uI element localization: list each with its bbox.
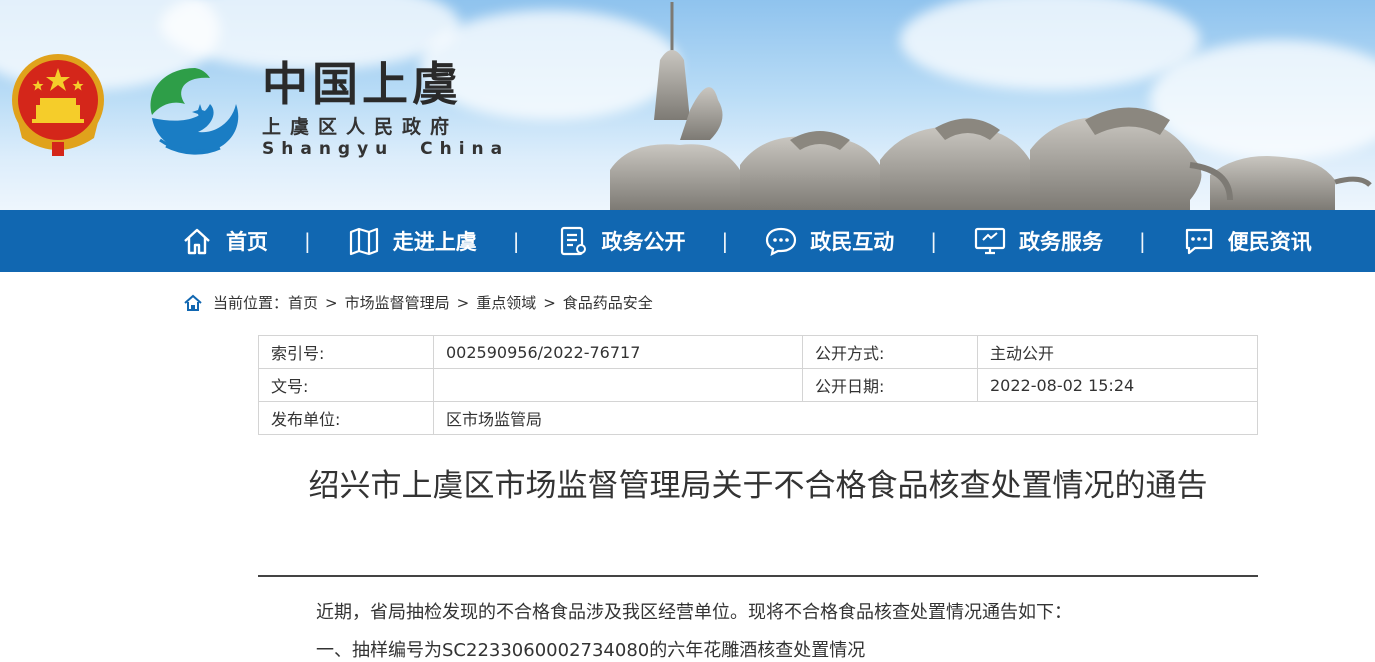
meta-row: 文号: 公开日期: 2022-08-02 15:24 — [258, 368, 1258, 402]
breadcrumb: 当前位置： 首页 > 市场监督管理局 > 重点领域 > 食品药品安全 — [183, 292, 653, 313]
chat-icon — [764, 224, 798, 258]
nav-item-services[interactable]: 政务服务 — [973, 210, 1103, 272]
message-icon — [1182, 224, 1216, 258]
doc-no-value — [433, 368, 803, 402]
nav-separator: | — [1139, 229, 1146, 253]
nav-item-gov-open[interactable]: 政务公开 — [556, 210, 686, 272]
monitor-icon — [973, 224, 1007, 258]
article-paragraph: 近期，省局抽检发现的不合格食品涉及我区经营单位。现将不合格食品核查处置情况通告如… — [316, 602, 1072, 623]
nav-label-info: 便民资讯 — [1227, 230, 1312, 254]
shangyu-logo-icon — [150, 68, 239, 155]
nav-label-interaction: 政民互动 — [810, 230, 895, 254]
meta-row: 发布单位: 区市场监管局 — [258, 401, 1258, 435]
breadcrumb-link-home[interactable]: 首页 — [288, 292, 318, 313]
nav-separator: | — [304, 229, 311, 253]
document-meta-table: 索引号: 002590956/2022-76717 公开方式: 主动公开 文号:… — [258, 335, 1258, 435]
breadcrumb-link-key-areas[interactable]: 重点领域 — [476, 292, 536, 313]
article-title: 绍兴市上虞区市场监督管理局关于不合格食品核查处置情况的通告 — [308, 468, 1208, 504]
nav-item-info[interactable]: 便民资讯 — [1182, 210, 1312, 272]
breadcrumb-separator: > — [456, 293, 470, 312]
title-divider — [258, 575, 1258, 577]
article-paragraph: 一、抽样编号为SC22330600027340​80的六年花雕酒核查处置情况 — [316, 640, 866, 661]
home-icon — [180, 224, 214, 258]
logo-subtitle: 上虞区人民政府 — [262, 116, 459, 138]
breadcrumb-separator: > — [325, 293, 338, 312]
open-date-label: 公开日期: — [802, 368, 978, 402]
nav-label-about: 走进上虞 — [392, 230, 477, 254]
logo-english: Shangyu China — [262, 139, 510, 159]
open-mode-value: 主动公开 — [977, 335, 1258, 369]
issuer-label: 发布单位: — [258, 401, 434, 435]
meta-row: 索引号: 002590956/2022-76717 公开方式: 主动公开 — [258, 335, 1258, 369]
open-mode-label: 公开方式: — [802, 335, 978, 369]
nav-label-gov-open: 政务公开 — [601, 230, 686, 254]
nav-separator: | — [930, 229, 937, 253]
open-date-value: 2022-08-02 15:24 — [977, 368, 1258, 402]
issuer-value: 区市场监管局 — [433, 401, 1258, 435]
nav-item-about[interactable]: 走进上虞 — [347, 210, 477, 272]
document-icon — [556, 224, 590, 258]
nav-item-home[interactable]: 首页 — [180, 210, 268, 272]
site-logo[interactable]: 中国上虞 上虞区人民政府 Shangyu China — [262, 58, 509, 159]
elephant-statue-image — [610, 2, 1372, 210]
home-icon — [184, 294, 202, 311]
breadcrumb-link-food-drug-safety[interactable]: 食品药品安全 — [563, 292, 653, 313]
index-value: 002590956/2022-76717 — [433, 335, 803, 369]
main-nav: 首页 | 走进上虞 | 政务公开 | 政民互动 | 政务服务 | 便民资讯 — [0, 210, 1375, 272]
nav-separator: | — [721, 229, 729, 253]
national-emblem-icon — [12, 54, 104, 156]
header-banner: 中国上虞 上虞区人民政府 Shangyu China — [0, 0, 1375, 210]
logo-title: 中国上虞 — [262, 57, 462, 111]
map-icon — [347, 224, 381, 258]
breadcrumb-link-market-bureau[interactable]: 市场监督管理局 — [345, 292, 450, 313]
breadcrumb-separator: > — [543, 293, 556, 312]
nav-separator: | — [512, 229, 520, 253]
index-label: 索引号: — [258, 335, 434, 369]
nav-label-services: 政务服务 — [1019, 230, 1103, 254]
nav-item-interaction[interactable]: 政民互动 — [764, 210, 894, 272]
nav-label-home: 首页 — [226, 230, 268, 254]
doc-no-label: 文号: — [258, 368, 434, 402]
breadcrumb-prefix: 当前位置： — [213, 294, 289, 312]
